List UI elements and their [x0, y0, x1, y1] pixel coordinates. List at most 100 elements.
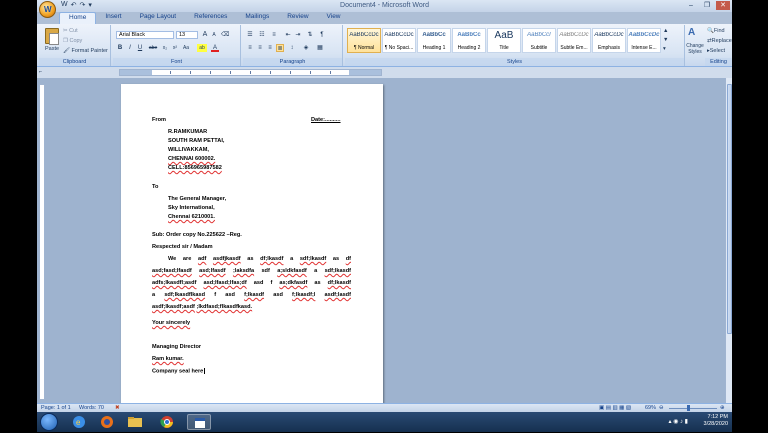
change-case-button[interactable]: Aa — [181, 44, 191, 52]
zoom-slider[interactable] — [669, 408, 717, 409]
show-marks-icon[interactable]: ¶ — [318, 31, 326, 39]
styles-group-label: Styles — [345, 58, 684, 66]
word: ;lkdfasd;flkasdfkasd. — [196, 304, 253, 310]
folder-icon[interactable] — [123, 414, 147, 430]
underline-button[interactable]: U — [136, 44, 144, 52]
format-painter-button[interactable]: 🖌 Format Painter — [63, 48, 108, 54]
style-subtle-emphasis[interactable]: AaBbCcDc Subtle Em... — [557, 28, 591, 53]
style-normal[interactable]: AaBbCcDc ¶ Normal — [347, 28, 381, 53]
decrease-indent-icon[interactable]: ⇤ — [284, 31, 292, 39]
align-left-icon[interactable]: ≡ — [246, 44, 254, 52]
word: sdf;lkasdf — [324, 268, 351, 274]
proofing-icon[interactable]: ✖ — [115, 405, 120, 411]
font-size-combo[interactable]: 13 — [176, 31, 198, 39]
style-subtitle[interactable]: AaBbCcI Subtitle — [522, 28, 556, 53]
style-emphasis[interactable]: AaBbCcDc Emphasis — [592, 28, 626, 53]
cut-button[interactable]: ✂ Cut — [63, 28, 78, 34]
style-heading-2[interactable]: AaBbCc Heading 2 — [452, 28, 486, 53]
paste-icon[interactable] — [45, 28, 59, 45]
paste-button[interactable]: Paste — [45, 46, 59, 52]
word: sdf;lkasdf — [299, 256, 327, 262]
document-area[interactable]: From Date:.......... R.RAMKUMAR SOUTH RA… — [37, 78, 725, 414]
change-styles-icon[interactable]: A — [688, 27, 695, 38]
styles-more-icon[interactable]: ▾ — [663, 46, 666, 52]
subscript-button[interactable]: x₂ — [161, 44, 169, 52]
style-intense-emphasis[interactable]: AaBbCcDc Intense E... — [627, 28, 661, 53]
styles-scroll-up-icon[interactable]: ▲ — [663, 28, 668, 34]
borders-icon[interactable]: ▦ — [316, 44, 324, 52]
ruler-toggle-icon[interactable]: ⌐ — [39, 69, 42, 75]
justify-icon[interactable]: ≣ — [276, 44, 284, 52]
align-right-icon[interactable]: ≡ — [266, 44, 274, 52]
maximize-button[interactable]: ❐ — [700, 1, 714, 10]
zoom-out-icon[interactable]: ⊖ — [659, 405, 664, 411]
align-center-icon[interactable]: ≡ — [256, 44, 264, 52]
word: asdf;lkasdf;asdf — [152, 304, 195, 310]
view-buttons-icon[interactable]: ▣ ▤ ▥ ▦ ▧ — [599, 405, 631, 411]
sender-line: SOUTH RAM PETTAI, — [168, 138, 225, 144]
superscript-button[interactable]: x² — [171, 44, 179, 52]
word: as — [247, 256, 254, 262]
shrink-font-button[interactable]: A — [210, 31, 218, 39]
style-heading-1[interactable]: AaBbCc Heading 1 — [417, 28, 451, 53]
sort-icon[interactable]: ⇅ — [306, 31, 314, 39]
format-painter-label: Format Painter — [71, 48, 108, 54]
style-title[interactable]: AaB Title — [487, 28, 521, 53]
horizontal-ruler[interactable] — [119, 69, 382, 76]
select-button[interactable]: ▸Select — [707, 48, 725, 54]
ie-icon[interactable]: e — [67, 414, 91, 430]
strikethrough-button[interactable]: abe — [147, 44, 159, 52]
highlight-button[interactable]: ab — [197, 44, 207, 52]
font-color-button[interactable]: A — [211, 44, 219, 52]
text-cursor — [204, 368, 205, 374]
tab-references[interactable]: References — [185, 12, 236, 24]
tab-mailings[interactable]: Mailings — [236, 12, 278, 24]
tab-page-layout[interactable]: Page Layout — [131, 12, 186, 24]
close-button[interactable]: ✕ — [716, 1, 730, 10]
find-button[interactable]: 🔍Find — [707, 28, 725, 34]
tab-review[interactable]: Review — [278, 12, 317, 24]
page-count[interactable]: Page: 1 of 1 — [41, 405, 71, 411]
line-spacing-icon[interactable]: ↕ — [288, 44, 296, 52]
tab-home[interactable]: Home — [59, 12, 97, 24]
styles-scroll-down-icon[interactable]: ▼ — [663, 37, 668, 43]
start-button[interactable] — [40, 413, 58, 431]
vertical-scrollbar[interactable] — [725, 78, 732, 403]
ruler-tick — [230, 71, 231, 74]
shading-icon[interactable]: ◈ — [302, 44, 310, 52]
bullets-icon[interactable]: ☰ — [246, 31, 254, 39]
office-button[interactable]: W — [39, 1, 56, 18]
italic-button[interactable]: I — [126, 44, 134, 52]
chrome-icon[interactable] — [155, 414, 179, 430]
tab-insert[interactable]: Insert — [96, 12, 130, 24]
word: f — [214, 292, 217, 298]
editing-group-label: Editing — [705, 58, 732, 66]
ruler-tick — [190, 71, 191, 74]
minimize-button[interactable]: – — [684, 1, 698, 10]
font-group: Arial Black 13 A A ⌫ B I U abe x₂ x² Aa … — [113, 25, 241, 66]
zoom-level[interactable]: 69% — [645, 405, 656, 411]
bold-button[interactable]: B — [116, 44, 124, 52]
style-no-spacing[interactable]: AaBbCcDc ¶ No Spaci... — [382, 28, 416, 53]
ruler-tick — [290, 71, 291, 74]
word-taskbar-icon[interactable] — [187, 414, 211, 430]
word: asd;lfasdf — [199, 268, 226, 274]
clear-formatting-icon[interactable]: ⌫ — [221, 31, 229, 39]
multilevel-list-icon[interactable]: ≡ — [270, 31, 278, 39]
word: asd — [225, 292, 235, 298]
copy-button[interactable]: ❐ Copy — [63, 38, 82, 44]
zoom-in-icon[interactable]: ⊕ — [720, 405, 725, 411]
tab-view[interactable]: View — [318, 12, 350, 24]
word-count[interactable]: Words: 70 — [79, 405, 104, 411]
vertical-ruler[interactable] — [39, 84, 45, 400]
document-page[interactable]: From Date:.......... R.RAMKUMAR SOUTH RA… — [121, 84, 383, 414]
grow-font-button[interactable]: A — [201, 31, 209, 39]
increase-indent-icon[interactable]: ⇥ — [294, 31, 302, 39]
firefox-icon[interactable] — [95, 414, 119, 430]
font-name-combo[interactable]: Arial Black — [116, 31, 174, 39]
clock[interactable]: 7:12 PM 3/28/2020 — [704, 414, 728, 428]
zoom-slider-thumb[interactable] — [687, 405, 690, 411]
numbering-icon[interactable]: ☷ — [258, 31, 266, 39]
scrollbar-thumb[interactable] — [727, 84, 732, 334]
replace-button[interactable]: ⇄Replace — [707, 38, 732, 44]
